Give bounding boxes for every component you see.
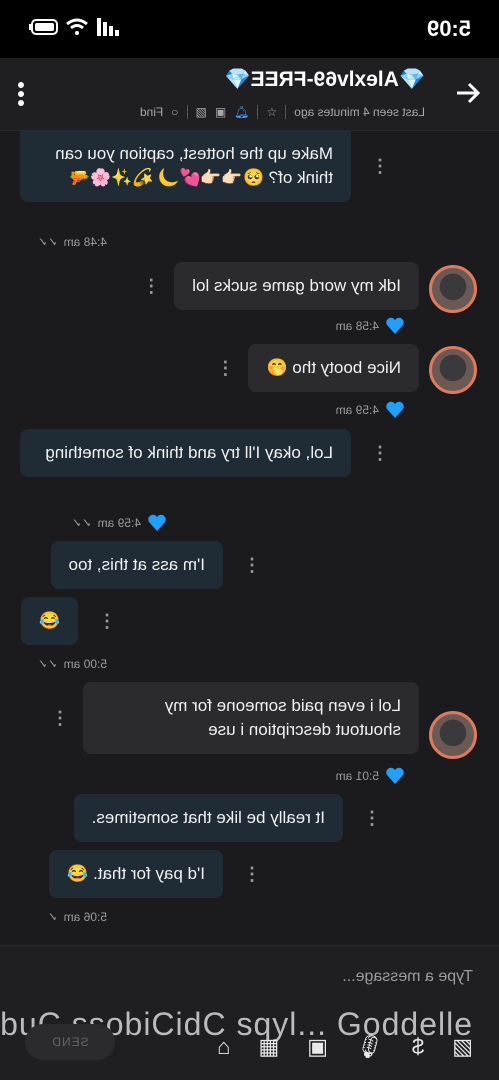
read-check-icon: ✓✓ [37,657,58,671]
message-row: ⋮ Lol, okay I'll try and think of someth… [20,429,389,477]
message-options-icon[interactable]: ⋮ [243,864,261,885]
signal-icon [97,18,119,36]
message-meta: 5:00 am ✓✓ [38,657,107,671]
message-row: ⋮ 😂 [20,597,116,645]
battery-icon [29,19,58,35]
message-row: Nice booty tho 🤭 ⋮ [216,344,419,392]
message-bubble[interactable]: Nice booty tho 🤭 [248,344,419,392]
message-time: 4:58 am [335,319,379,333]
divider [257,105,259,119]
message-meta: 4:59 am ✓✓ [72,513,167,533]
message-bubble[interactable]: 😂 [20,597,78,645]
last-seen-text: Last seen 4 minutes ago [294,105,425,119]
more-menu-icon[interactable] [18,82,24,111]
message-time: 5:01 am [335,769,379,783]
header-meta: Last seen 4 minutes ago ☆ 🔔︎ ▣ ▨ ○ Find [140,105,425,119]
message-row: ⋮ I'm ass at this, too [50,541,261,589]
message-time: 4:48 am [63,235,107,249]
message-composer: Type a message... elbbuC ssobiCidC sqyl.… [0,945,499,1080]
message-options-icon[interactable]: ⋮ [371,443,389,464]
search-icon[interactable]: ○ [171,105,178,119]
message-bubble[interactable]: Idk my word game sucks lol [174,262,419,310]
mic-icon[interactable]: 🎙︎ [356,1034,384,1060]
bell-icon[interactable]: 🔔︎ [234,105,249,119]
heart-icon [148,514,166,531]
note-icon[interactable]: ▣ [215,105,226,119]
message-options-icon[interactable]: ⋮ [216,358,234,379]
message-bubble[interactable]: It really be like that sometimes. [73,794,343,842]
divider [186,105,188,119]
message-bubble[interactable]: Lol i even paid someone for my shoutout … [83,682,419,754]
message-options-icon[interactable]: ⋮ [363,808,381,829]
find-label[interactable]: Find [140,105,163,119]
message-time: 5:06 am [63,910,107,924]
message-options-icon[interactable]: ⋮ [98,611,116,632]
message-options-icon[interactable]: ⋮ [142,276,160,297]
status-time: 5:09 [426,16,471,41]
avatar[interactable] [429,265,477,313]
mirrored-chat-screen: 5:09 💎Alexlv69-FREE💎 Last seen 4 minutes… [0,0,499,1080]
message-options-icon[interactable]: ⋮ [243,555,261,576]
message-meta: 4:48 am ✓✓ [38,235,107,249]
back-arrow-icon[interactable] [455,80,481,106]
calendar-icon[interactable]: ▦ [258,1034,279,1060]
star-icon[interactable]: ☆ [266,105,277,119]
read-check-icon: ✓✓ [71,516,92,530]
message-meta: 5:01 am [336,766,405,786]
message-meta: 5:06 am ✓ [48,910,107,924]
message-options-icon[interactable]: ⋮ [51,708,69,729]
image-icon[interactable]: ▨ [196,105,207,119]
message-options-icon[interactable]: ⋮ [371,156,389,177]
message-time: 4:59 am [335,403,379,417]
message-time: 5:00 am [63,657,107,671]
message-row: Idk my word game sucks lol ⋮ [142,262,419,310]
message-row: ⋮ It really be like that sometimes. [73,794,381,842]
heart-icon [386,317,404,334]
contact-title[interactable]: 💎Alexlv69-FREE💎 [224,68,425,92]
status-bar: 5:09 [0,0,499,58]
send-button[interactable]: SEND [25,1024,115,1060]
message-meta: 4:58 am [336,316,405,336]
sent-check-icon: ✓ [47,910,58,924]
wifi-icon [66,18,88,35]
image-icon[interactable]: ▨ [452,1034,473,1060]
heart-icon [386,767,404,784]
chat-header: 💎Alexlv69-FREE💎 Last seen 4 minutes ago … [0,58,499,131]
message-row: ⋮ I'd pay for that. 😂 [49,850,261,898]
gallery-icon[interactable]: ▣ [307,1034,328,1060]
heart-icon [386,401,404,418]
status-icons [28,18,120,36]
avatar[interactable] [429,346,477,394]
message-bubble[interactable]: Make up the hottest, caption you can thi… [20,130,351,202]
message-row: Lol i even paid someone for my shoutout … [51,682,419,754]
message-time: 4:59 am [97,516,141,530]
message-row: ⋮ Make up the hottest, caption you can t… [20,130,389,202]
dollar-icon[interactable]: $ [412,1034,424,1060]
composer-tools: ▨ $ 🎙︎ ▣ ▦ ⌂ [217,1034,473,1060]
message-input[interactable]: Type a message... [342,968,473,986]
message-bubble[interactable]: I'd pay for that. 😂 [49,850,223,898]
message-bubble[interactable]: I'm ass at this, too [50,541,223,589]
tag-icon[interactable]: ⌂ [217,1034,230,1060]
divider [285,105,287,119]
avatar[interactable] [429,711,477,759]
message-bubble[interactable]: Lol, okay I'll try and think of somethin… [20,429,351,477]
message-meta: 4:59 am [336,400,405,420]
read-check-icon: ✓✓ [37,235,58,249]
